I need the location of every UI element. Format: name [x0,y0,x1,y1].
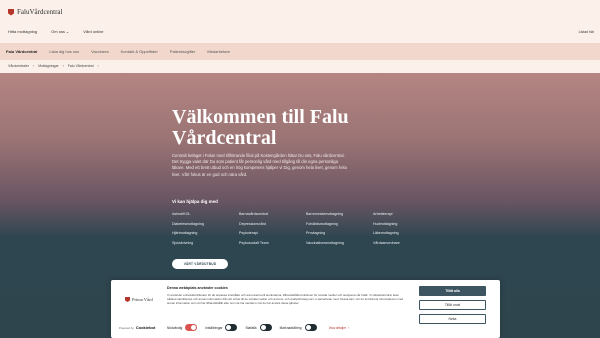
toggle-switch[interactable] [185,324,198,331]
chevron-down-icon: ⌄ [65,29,70,34]
toggle-switch[interactable] [304,324,317,331]
service-link[interactable]: Sjukskrivning [172,241,239,245]
services-heading: Vi kan hjälpa dig med [172,199,218,204]
show-details-link[interactable]: Visa detaljer › [329,326,350,330]
breadcrumb-separator-icon: › [97,64,99,68]
service-link[interactable]: Vårdsamordnare [373,241,440,245]
chevron-right-icon: › [348,325,350,330]
listed-here-link[interactable]: Listad här [579,30,594,34]
breadcrumb-item[interactable]: Vårdcentraler [8,64,29,68]
toggle-label: Nödvändig [167,325,183,330]
service-link[interactable]: Barnmorskemottagning [306,212,373,216]
toggle-label: Statistik [245,325,257,330]
cookie-consent-banner: Prima Vård Powered by Cookiebot Denna we… [111,280,500,338]
service-link[interactable]: Psykosocialt Team [239,241,306,245]
toggle-switch[interactable] [225,324,238,331]
service-link[interactable]: Barnavårdscentral [239,212,306,216]
logo-mark-icon [8,8,14,16]
cookie-logo-text: Prima Vård [132,297,153,302]
cookie-logo: Prima Vård [125,297,153,302]
service-link[interactable]: Astma/KOL [172,212,239,216]
breadcrumb-item[interactable]: Mottagningar [38,64,58,68]
topnav-item-care-online[interactable]: Vård online [83,29,103,34]
toggle-statistics[interactable]: Statistik [245,324,272,331]
page-title: Välkommen till Falu Vårdcentral [172,106,349,149]
logo-text: FaluVårdcentral [17,8,63,16]
services-list: Astma/KOL Barnavårdscentral Barnmorskemo… [172,212,442,245]
toggle-marketing[interactable]: Marknadsföring [280,324,317,331]
breadcrumb-separator-icon: › [33,64,35,68]
subnav-item-staff[interactable]: Medarbetare [201,49,236,54]
breadcrumb-separator-icon: › [62,64,64,68]
show-details-label: Visa detaljer [328,325,347,330]
sub-navigation: Falu Vårdcentral Lista dig hos oss Vacci… [0,43,600,60]
service-link[interactable]: Provtagning [306,231,373,235]
service-link[interactable]: Depressionsvård [239,222,306,226]
powered-by-label: Powered by [119,325,134,330]
cookie-title: Denna webbplats använder cookies [167,286,228,290]
breadcrumb-item: Falu Vårdcentral [67,64,94,68]
service-link[interactable]: Arbetsterapi [373,212,440,216]
cookie-toggles: Nödvändig Inställningar Statistik Markna… [167,324,349,331]
service-link[interactable]: Läkemottagning [373,231,440,235]
topnav-about-label: Om oss [51,29,65,34]
hero-description: Centralt beläget i Falun med tillhörande… [172,153,347,177]
service-link[interactable]: Psykoterapi [239,231,306,235]
subnav-item-home[interactable]: Falu Vårdcentral [0,49,43,54]
breadcrumb: Vårdcentraler › Mottagningar › Falu Vård… [8,64,99,68]
service-link[interactable]: Hudmottagning [373,222,440,226]
subnav-item-contact[interactable]: Kontakt & Öppettider [115,49,164,54]
service-link[interactable]: Vaccinationsmottagning [306,241,373,245]
top-navigation: Hitta mottagning Om oss⌄ Vård online [8,29,104,34]
toggle-label: Marknadsföring [279,325,302,330]
topnav-item-about[interactable]: Om oss⌄ [51,29,69,34]
topnav-item-find-clinic[interactable]: Hitta mottagning [8,29,37,34]
powered-by[interactable]: Powered by Cookiebot [119,325,155,330]
toggle-label: Inställningar [205,325,223,330]
service-link[interactable]: Fotvårdsmottagning [306,222,373,226]
service-link[interactable]: Hjärtmottagning [172,231,239,235]
site-logo[interactable]: FaluVårdcentral [8,8,62,16]
toggle-switch[interactable] [259,324,272,331]
toggle-necessary[interactable]: Nödvändig [167,324,198,331]
subnav-item-fees[interactable]: Patientavgifter [164,49,202,54]
deny-button[interactable]: Neka [419,314,486,324]
subnav-item-list[interactable]: Lista dig hos oss [43,49,85,54]
allow-all-button[interactable]: Tillåt alla [419,286,486,296]
care-offer-button[interactable]: VÅRT VÅRDUTBUD [172,259,228,269]
service-link[interactable]: Diabetesmottagning [172,222,239,226]
logo-mark-icon [125,297,130,302]
cookie-description: Vi använder enhetsidentifierare för att … [167,293,404,306]
allow-selection-button[interactable]: Tillåt urval [419,300,486,310]
toggle-preferences[interactable]: Inställningar [205,324,238,331]
cookiebot-logo: Cookiebot [135,325,156,330]
subnav-item-vaccinate[interactable]: Vaccinera [85,49,115,54]
